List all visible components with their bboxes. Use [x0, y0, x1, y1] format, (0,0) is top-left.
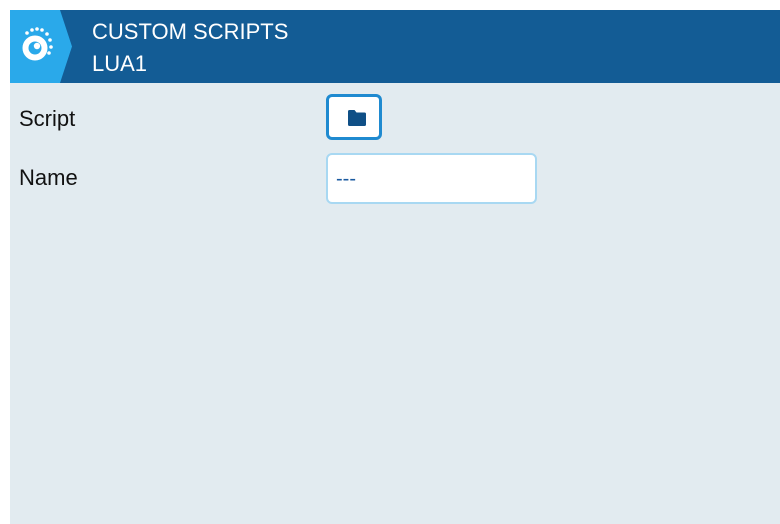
name-input[interactable]: --- — [326, 153, 537, 204]
lua-settings-screen: CUSTOM SCRIPTS LUA1 Script Name --- — [10, 10, 780, 524]
page-header: CUSTOM SCRIPTS LUA1 — [10, 10, 780, 83]
folder-icon — [348, 110, 366, 126]
page-title: CUSTOM SCRIPTS — [92, 19, 289, 44]
name-value: --- — [336, 168, 356, 190]
script-label: Script — [19, 106, 76, 131]
name-label: Name — [19, 165, 78, 190]
logo-tab[interactable] — [10, 10, 72, 83]
script-file-button[interactable] — [326, 94, 382, 140]
ethos-logo-icon — [10, 10, 72, 83]
page-subtitle: LUA1 — [92, 51, 148, 76]
